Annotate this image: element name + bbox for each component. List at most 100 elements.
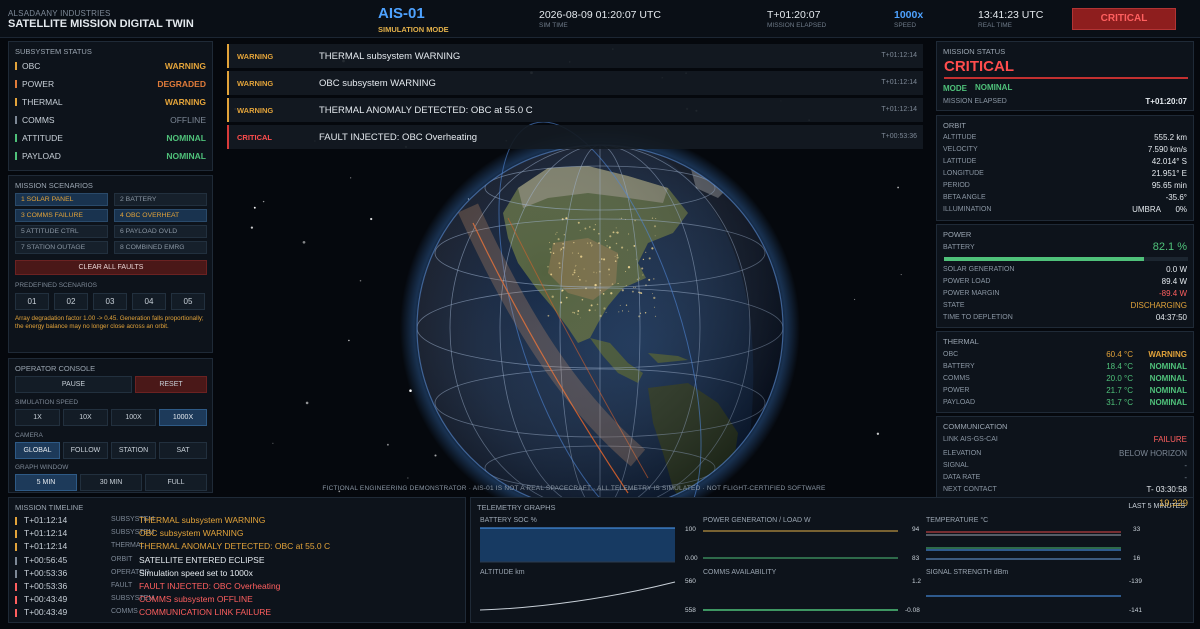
orbit-label: ALTITUDE [943, 134, 977, 141]
speed-100x-button[interactable]: 100X [111, 409, 156, 426]
event-time: T+01:12:14 [881, 79, 917, 86]
event-item[interactable]: WARNING THERMAL subsystem WARNING T+01:1… [227, 44, 923, 68]
camera-station-button[interactable]: STATION [111, 442, 156, 459]
comms-label: DATA RATE [943, 474, 981, 481]
subsystem-row-attitude[interactable]: ATTITUDE NOMINAL [15, 133, 206, 151]
mission-elapsed-value: T+01:20:07 [767, 9, 821, 21]
comms-label: ELEVATION [943, 450, 982, 457]
reset-button[interactable]: RESET [135, 376, 207, 393]
subsystem-name: OBC [22, 61, 41, 71]
timeline-message: THERMAL ANOMALY DETECTED: OBC at 55.0 C [139, 541, 331, 552]
scenario-button-battery[interactable]: 2 BATTERY [114, 193, 207, 206]
scenario-button-combined-emrg[interactable]: 8 COMBINED EMRG [114, 241, 207, 254]
mission-elapsed-value: T+01:20:07 [1145, 97, 1187, 106]
comms-label: LINK AIS-GS-CAI [943, 436, 998, 443]
thermal-value: 21.7 °C [1106, 386, 1133, 395]
scenario-button-obc-overheat[interactable]: 4 OBC OVERHEAT [114, 209, 207, 222]
mode-value: NOMINAL [975, 83, 1013, 92]
timeline-time: T+00:43:49 [24, 594, 68, 605]
timeline-marker [15, 530, 17, 539]
thermal-label: BATTERY [943, 363, 975, 370]
camera-sat-button[interactable]: SAT [159, 442, 207, 459]
event-severity: CRITICAL [237, 133, 272, 142]
pause-button[interactable]: PAUSE [15, 376, 132, 393]
orbit-value: 7.590 km/s [1147, 145, 1187, 154]
panel-title: MISSION STATUS [943, 47, 1006, 56]
critical-alarm-button[interactable]: CRITICAL [1072, 8, 1176, 30]
comms-value: - [1184, 461, 1187, 470]
window-30min-button[interactable]: 30 MIN [80, 474, 142, 491]
comms-value: FAILURE [1153, 435, 1187, 444]
event-item[interactable]: WARNING OBC subsystem WARNING T+01:12:14 [227, 71, 923, 95]
battery-bar [944, 257, 1188, 261]
subsystem-status-panel: SUBSYSTEM STATUS OBC WARNING POWER DEGRA… [8, 41, 213, 171]
scenario-button-comms-failure[interactable]: 3 COMMS FAILURE [15, 209, 108, 222]
window-5min-button[interactable]: 5 MIN [15, 474, 77, 491]
predefined-scenario-03[interactable]: 03 [93, 293, 127, 310]
mission-elapsed-label: MISSION ELAPSED [943, 98, 1007, 105]
predefined-scenario-01[interactable]: 01 [15, 293, 49, 310]
app-title: SATELLITE MISSION DIGITAL TWIN [8, 18, 194, 30]
speed-label: SPEED [894, 22, 917, 29]
graph-window-label: GRAPH WINDOW [15, 464, 69, 471]
camera-follow-button[interactable]: FOLLOW [63, 442, 108, 459]
scenario-button-station-outage[interactable]: 7 STATION OUTAGE [15, 241, 108, 254]
event-item[interactable]: WARNING THERMAL ANOMALY DETECTED: OBC at… [227, 98, 923, 122]
timeline-time: T+00:53:36 [24, 567, 68, 578]
status-underline [944, 77, 1188, 79]
thermal-value: 31.7 °C [1106, 398, 1133, 407]
timeline-time: T+00:43:49 [24, 607, 68, 618]
illumination-percent: 0% [1175, 205, 1187, 214]
panel-title: MISSION TIMELINE [15, 503, 84, 512]
graph-max: 94 [912, 526, 920, 533]
graph-max: 100 [685, 526, 696, 533]
status-marker [15, 134, 17, 142]
subsystem-row-power[interactable]: POWER DEGRADED [15, 79, 206, 97]
window-full-button[interactable]: FULL [145, 474, 207, 491]
speed-1000x-button[interactable]: 1000X [159, 409, 207, 426]
mission-timeline-panel: MISSION TIMELINE T+01:12:14 SUBSYSTEM THER… [8, 497, 466, 623]
mode-label: MODE [943, 84, 967, 93]
clear-all-faults-button[interactable]: CLEAR ALL FAULTS [15, 260, 207, 275]
thermal-label: OBC [943, 351, 959, 358]
scenario-button-attitude-ctrl[interactable]: 5 ATTITUDE CTRL [15, 225, 108, 238]
subsystem-row-thermal[interactable]: THERMAL WARNING [15, 97, 206, 115]
graph-max: 560 [685, 578, 696, 585]
graph-title: COMMS AVAILABILITY [703, 569, 777, 576]
speed-value: 1000x [894, 9, 924, 21]
mission-status-value: CRITICAL [944, 58, 1014, 75]
camera-global-button[interactable]: GLOBAL [15, 442, 60, 459]
power-label: SOLAR GENERATION [943, 266, 1015, 273]
power-value: 04:37:50 [1155, 313, 1187, 322]
telemetry-graph-canvas [479, 527, 1121, 611]
orbit-label: LONGITUDE [943, 170, 984, 177]
timeline-message: OBC subsystem WARNING [139, 528, 244, 539]
predefined-scenario-02[interactable]: 02 [54, 293, 88, 310]
graph-min: 83 [912, 555, 920, 562]
timeline-source: COMMS [111, 608, 138, 616]
event-item[interactable]: CRITICAL FAULT INJECTED: OBC Overheating… [227, 125, 923, 149]
scenario-button-payload-ovld[interactable]: 6 PAYLOAD OVLD [114, 225, 207, 238]
power-label: TIME TO DEPLETION [943, 314, 1013, 321]
timeline-source: FAULT [111, 582, 133, 589]
subsystem-row-payload[interactable]: PAYLOAD NOMINAL [15, 151, 206, 169]
graph-max: 33 [1133, 526, 1141, 533]
subsystem-status: WARNING [164, 61, 206, 71]
subsystem-row-obc[interactable]: OBC WARNING [15, 61, 206, 79]
predefined-scenario-05[interactable]: 05 [171, 293, 205, 310]
speed-10x-button[interactable]: 10X [63, 409, 108, 426]
thermal-label: POWER [943, 387, 970, 394]
simulation-mode-label: SIMULATION MODE [378, 25, 449, 34]
predefined-scenario-04[interactable]: 04 [132, 293, 166, 310]
battery-soc-area [480, 528, 675, 562]
subsystem-row-comms[interactable]: COMMS OFFLINE [15, 115, 206, 133]
graph-title: ALTITUDE km [480, 569, 525, 576]
subsystem-status: NOMINAL [166, 133, 206, 143]
graph-title: SIGNAL STRENGTH dBm [926, 569, 1009, 576]
timeline-message: COMMS subsystem OFFLINE [139, 594, 253, 605]
panel-title: COMMUNICATION [943, 422, 1008, 431]
subsystem-status: NOMINAL [166, 151, 206, 161]
subsystem-status: WARNING [164, 97, 206, 107]
scenario-button-solar-panel[interactable]: 1 SOLAR PANEL [15, 193, 108, 206]
speed-1x-button[interactable]: 1X [15, 409, 60, 426]
